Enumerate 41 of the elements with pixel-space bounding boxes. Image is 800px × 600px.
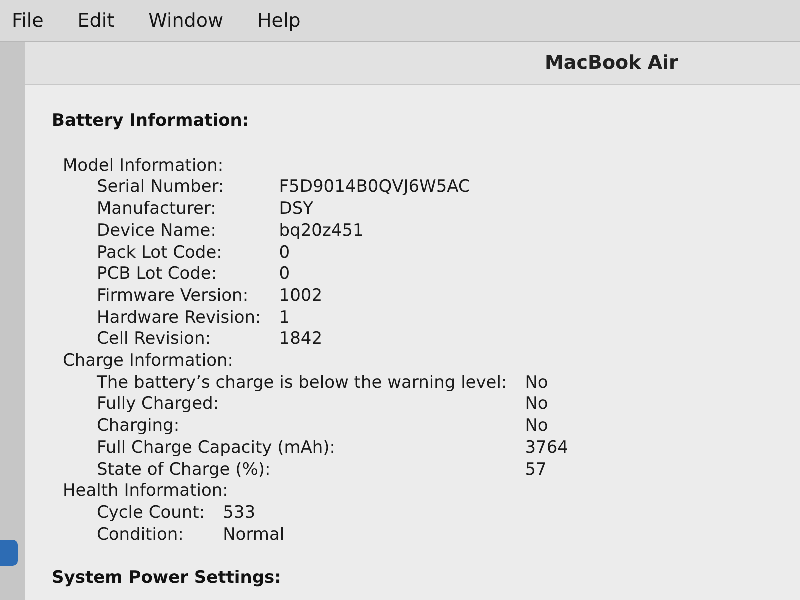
field-label: Charging: bbox=[97, 416, 181, 438]
field-value: 0 bbox=[279, 264, 292, 286]
field-label: PCB Lot Code: bbox=[97, 264, 218, 286]
field-label: Firmware Version: bbox=[97, 286, 250, 308]
group-heading: Model Information: bbox=[63, 156, 225, 178]
field-label: State of Charge (%): bbox=[97, 460, 272, 482]
sidebar-item[interactable] bbox=[0, 540, 18, 566]
field-value: DSY bbox=[279, 199, 315, 221]
field-value: No bbox=[525, 394, 550, 416]
window-title: MacBook Air bbox=[545, 52, 678, 74]
group-heading: Health Information: bbox=[63, 481, 230, 503]
field-value: 57 bbox=[525, 460, 548, 482]
field-label: Manufacturer: bbox=[97, 199, 218, 221]
field-value: bq20z451 bbox=[279, 220, 365, 243]
field-value: No bbox=[525, 416, 550, 438]
field-value: No bbox=[525, 372, 550, 394]
field-value: 1842 bbox=[279, 329, 324, 352]
field-label: Serial Number: bbox=[97, 177, 226, 200]
field-value: F5D9014B0QVJ6W5AC bbox=[279, 177, 470, 200]
field-label: Cell Revision: bbox=[97, 329, 212, 352]
section-heading: System Power Settings: bbox=[52, 568, 282, 590]
section-heading: Battery Information: bbox=[52, 111, 250, 133]
field-label: Fully Charged: bbox=[97, 394, 220, 416]
field-label: Hardware Revision: bbox=[97, 308, 262, 330]
field-label: Pack Lot Code: bbox=[97, 242, 224, 264]
group-heading: Charge Information: bbox=[63, 351, 235, 373]
field-label: Full Charge Capacity (mAh): bbox=[97, 438, 337, 460]
field-value: 3764 bbox=[525, 438, 568, 460]
menu-item[interactable]: Edit bbox=[78, 10, 115, 32]
field-label: Device Name: bbox=[97, 220, 218, 243]
menu-item[interactable]: Window bbox=[148, 10, 224, 32]
menu-item[interactable]: Help bbox=[258, 10, 301, 32]
field-label: Cycle Count: bbox=[97, 502, 206, 525]
field-value: Normal bbox=[223, 524, 285, 546]
field-value: 1002 bbox=[279, 286, 324, 308]
field-value: 1 bbox=[279, 308, 292, 330]
field-value: 533 bbox=[223, 502, 257, 525]
field-label: The battery’s charge is below the warning level: bbox=[97, 372, 508, 394]
menu-item[interactable]: File bbox=[12, 10, 44, 32]
field-label: Condition: bbox=[97, 524, 185, 546]
field-value: 0 bbox=[279, 242, 292, 264]
